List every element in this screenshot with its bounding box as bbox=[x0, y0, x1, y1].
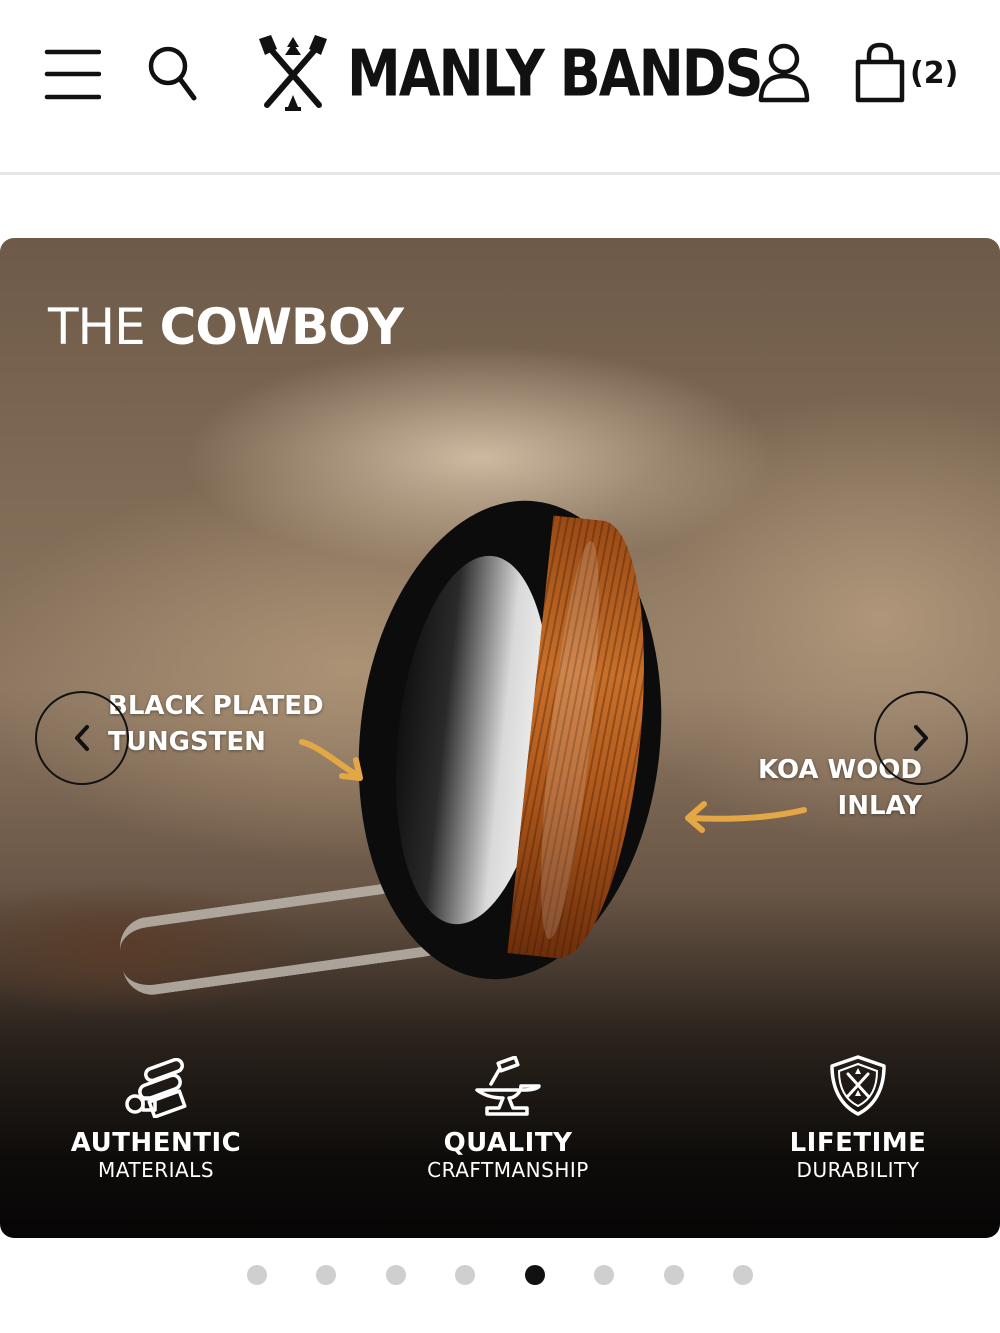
hero-slide: THE COWBOY BLACK PLATED TUNGSTEN KOA WOO… bbox=[0, 238, 1000, 1238]
feature-quality-craftmanship: QUALITY CRAFTMANSHIP bbox=[358, 1046, 658, 1182]
carousel-dot-2[interactable] bbox=[316, 1265, 336, 1285]
feature-authentic-materials: AUTHENTIC MATERIALS bbox=[6, 1046, 306, 1182]
feature-subtitle: DURABILITY bbox=[796, 1158, 920, 1182]
hero-title-bold: COWBOY bbox=[159, 298, 404, 356]
brand-name: MANLY BANDS bbox=[347, 35, 763, 111]
ring-image bbox=[335, 485, 685, 995]
search-icon[interactable] bbox=[140, 40, 204, 104]
shield-icon bbox=[830, 1055, 886, 1116]
hero-title-light: THE bbox=[48, 298, 160, 356]
feature-title: QUALITY bbox=[443, 1128, 573, 1158]
carousel-dot-1[interactable] bbox=[247, 1265, 267, 1285]
callout-left-line-2: TUNGSTEN bbox=[108, 727, 266, 757]
callout-black-plated-tungsten: BLACK PLATED TUNGSTEN bbox=[108, 688, 324, 760]
menu-icon[interactable] bbox=[40, 40, 104, 104]
feature-subtitle: CRAFTMANSHIP bbox=[427, 1158, 589, 1182]
feature-title: LIFETIME bbox=[789, 1128, 927, 1158]
feature-title: AUTHENTIC bbox=[70, 1128, 242, 1158]
arrow-left-callout-icon bbox=[299, 739, 363, 781]
site-header: MANLY BANDS (2) bbox=[0, 0, 1000, 150]
carousel-prev-button[interactable] bbox=[35, 691, 129, 785]
carousel-dot-5[interactable] bbox=[525, 1265, 545, 1285]
header-divider bbox=[0, 172, 1000, 175]
logo[interactable]: MANLY BANDS bbox=[255, 30, 763, 116]
carousel-next-button[interactable] bbox=[874, 691, 968, 785]
chevron-left-icon bbox=[75, 725, 89, 751]
carousel-dot-7[interactable] bbox=[664, 1265, 684, 1285]
feature-lifetime-durability: LIFETIME DURABILITY bbox=[708, 1046, 1000, 1182]
crossed-axes-logo-icon bbox=[259, 35, 327, 111]
cart-button[interactable]: (2) bbox=[852, 40, 962, 106]
callout-left-line-1: BLACK PLATED bbox=[108, 691, 324, 721]
carousel-dot-3[interactable] bbox=[386, 1265, 406, 1285]
cart-count: (2) bbox=[910, 55, 959, 91]
carousel-dot-4[interactable] bbox=[455, 1265, 475, 1285]
arrow-right-callout-icon bbox=[685, 801, 807, 833]
features-row: AUTHENTIC MATERIALS QUALITY CRAFTMANSHIP bbox=[0, 1046, 1000, 1196]
feature-subtitle: MATERIALS bbox=[97, 1158, 215, 1182]
chevron-right-icon bbox=[914, 725, 928, 751]
shopping-bag-icon bbox=[855, 42, 905, 103]
account-icon[interactable] bbox=[752, 40, 816, 106]
anvil-icon bbox=[475, 1056, 541, 1116]
carousel-pagination bbox=[0, 1262, 1000, 1288]
carousel-dot-8[interactable] bbox=[733, 1265, 753, 1285]
carousel-dot-6[interactable] bbox=[594, 1265, 614, 1285]
hero-title: THE COWBOY bbox=[48, 298, 404, 356]
materials-icon bbox=[125, 1058, 187, 1118]
